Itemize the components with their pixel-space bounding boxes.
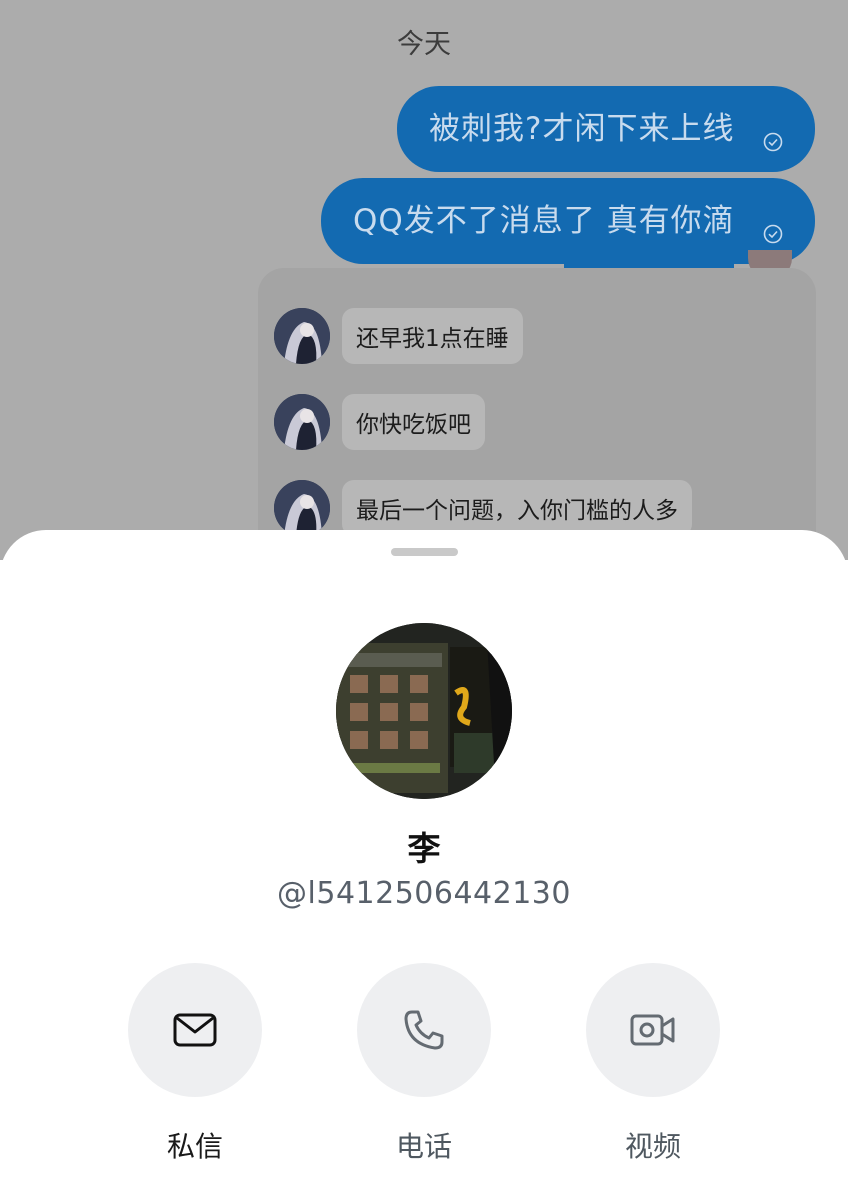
outgoing-message[interactable]: 被刺我?才闲下来上线 [397, 86, 815, 172]
forwarded-row: 还早我1点在睡 [274, 308, 523, 364]
call-button-circle[interactable] [357, 963, 491, 1097]
call-button[interactable]: 电话 [357, 963, 491, 1165]
profile-handle: @l5412506442130 [277, 876, 571, 911]
date-separator: 今天 [397, 29, 451, 60]
message-text: 最后一个问题，入你门槛的人多 [342, 480, 692, 536]
profile-name: 李 [407, 829, 441, 868]
phone-icon [404, 1010, 444, 1050]
message-text: 被刺我?才闲下来上线 [429, 110, 735, 147]
video-button[interactable]: 视频 [586, 963, 720, 1165]
message-text: 还早我1点在睡 [342, 308, 523, 364]
message-button[interactable]: 私信 [128, 963, 262, 1165]
drag-handle[interactable] [391, 548, 458, 556]
sent-check-icon [763, 224, 783, 244]
forwarded-row: 你快吃饭吧 [274, 394, 485, 450]
sent-check-icon [763, 132, 783, 152]
video-icon [630, 1014, 675, 1046]
mail-icon [173, 1013, 217, 1047]
video-button-circle[interactable] [586, 963, 720, 1097]
profile-bottom-sheet: 李 @l5412506442130 私信 电话 视频 [0, 530, 848, 1199]
forwarded-row: 最后一个问题，入你门槛的人多 [274, 480, 692, 536]
profile-avatar[interactable] [336, 623, 512, 799]
forwarded-chat-card[interactable]: 还早我1点在睡 你快吃饭吧 最后一个问题，入你门槛的人多 [258, 268, 816, 560]
message-button-circle[interactable] [128, 963, 262, 1097]
message-text: QQ发不了消息了 真有你滴 [353, 202, 735, 239]
message-text: 你快吃饭吧 [342, 394, 485, 450]
outgoing-message[interactable]: QQ发不了消息了 真有你滴 [321, 178, 815, 264]
avatar [274, 394, 330, 450]
chat-background: 今天 被刺我?才闲下来上线 QQ发不了消息了 真有你滴 还早我1点在睡 你快吃饭… [0, 0, 848, 560]
message-button-label: 私信 [166, 1130, 223, 1163]
avatar [274, 480, 330, 536]
call-button-label: 电话 [395, 1130, 452, 1163]
avatar [274, 308, 330, 364]
video-button-label: 视频 [624, 1130, 681, 1163]
